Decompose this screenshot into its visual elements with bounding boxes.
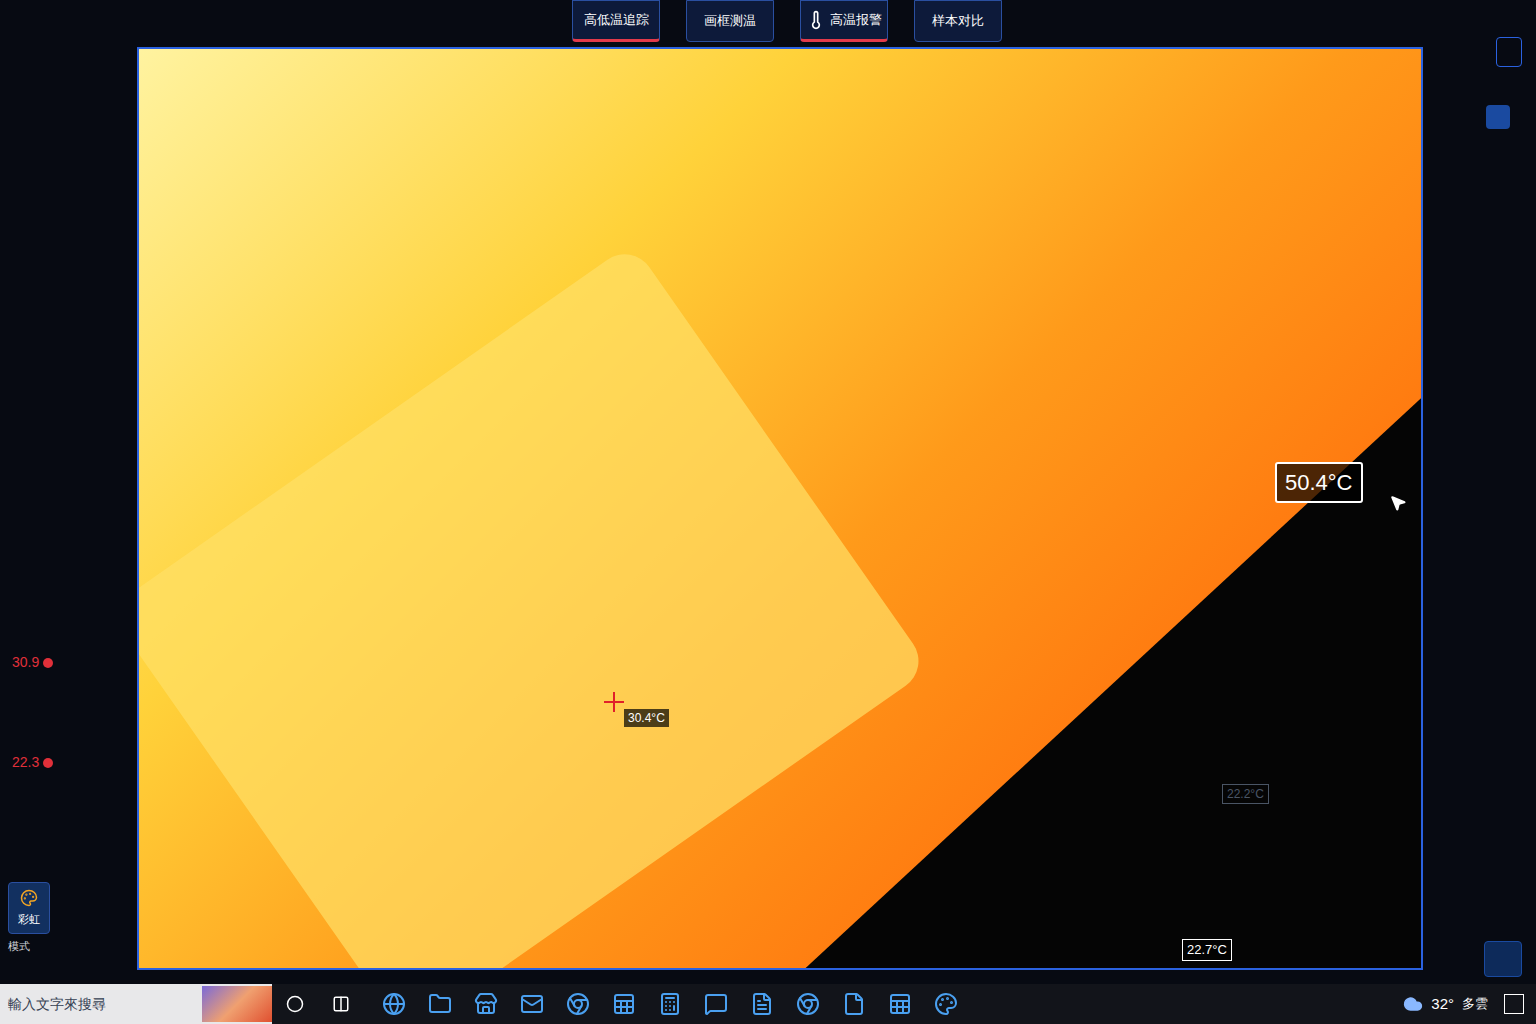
thermal-view[interactable]: 50.4°C 30.4°C 22.2°C 22.7°C (137, 47, 1423, 970)
temperature-reading: 22.7°C (1182, 939, 1232, 961)
app-icon[interactable] (750, 992, 774, 1016)
scale-max[interactable]: 30.9 (12, 652, 53, 673)
toolbar: 高低温追踪画框测温高温报警样本对比 (0, 0, 1536, 47)
scale-column: 30.9 22.3 彩虹模式 (0, 47, 137, 984)
panel-button[interactable] (1484, 941, 1522, 977)
app-icon[interactable] (842, 992, 866, 1016)
weather-temp[interactable]: 32° (1431, 993, 1454, 1016)
mouse-pointer-icon (1389, 494, 1407, 512)
palette-control[interactable]: 彩虹模式 (8, 882, 50, 955)
app-icon[interactable] (704, 992, 728, 1016)
toolbar-button[interactable]: 高温报警 (800, 0, 888, 42)
screen: 高低温追踪画框测温高温报警样本对比 30.9 22.3 彩虹模式 50.4°C 30.4°… (0, 0, 1536, 1024)
main-area: 30.9 22.3 彩虹模式 50.4°C 30.4°C 22.2°C 22.7°C (0, 47, 1536, 984)
scale-min[interactable]: 22.3 (12, 752, 53, 773)
app-icon[interactable] (566, 992, 590, 1016)
battery-area (137, 242, 930, 970)
toolbar-button[interactable]: 样本对比 (914, 0, 1002, 42)
settings-icon[interactable] (1486, 105, 1510, 129)
toolbar-button[interactable]: 画框测温 (686, 0, 774, 42)
cursor-cross-icon (604, 692, 624, 712)
temperature-reading: 50.4°C (1275, 462, 1363, 503)
app-icon[interactable] (934, 992, 958, 1016)
right-column (1423, 47, 1536, 984)
task-view-icon[interactable] (332, 995, 350, 1013)
cortana-icon[interactable] (286, 995, 304, 1013)
palette-icon (20, 889, 38, 907)
thermometer-icon (806, 10, 826, 30)
app-icon[interactable] (612, 992, 636, 1016)
weather-text[interactable]: 多雲 (1462, 994, 1488, 1014)
app-icon[interactable] (888, 992, 912, 1016)
app-icon[interactable] (520, 992, 544, 1016)
notification-icon[interactable] (1504, 994, 1524, 1014)
app-icon[interactable] (658, 992, 682, 1016)
search-highlight-icon (202, 986, 272, 1022)
app-icon[interactable] (382, 992, 406, 1016)
export-icon[interactable] (1496, 37, 1522, 67)
app-icon[interactable] (428, 992, 452, 1016)
app-icon[interactable] (796, 992, 820, 1016)
app-icon[interactable] (474, 992, 498, 1016)
weather-icon (1403, 994, 1423, 1014)
toolbar-button[interactable]: 高低温追踪 (572, 0, 660, 42)
temperature-reading: 30.4°C (624, 709, 669, 727)
taskbar: 輸入文字來搜尋 32° 多雲 (0, 984, 1536, 1024)
temperature-reading: 22.2°C (1222, 784, 1269, 804)
search-box[interactable]: 輸入文字來搜尋 (0, 984, 272, 1024)
